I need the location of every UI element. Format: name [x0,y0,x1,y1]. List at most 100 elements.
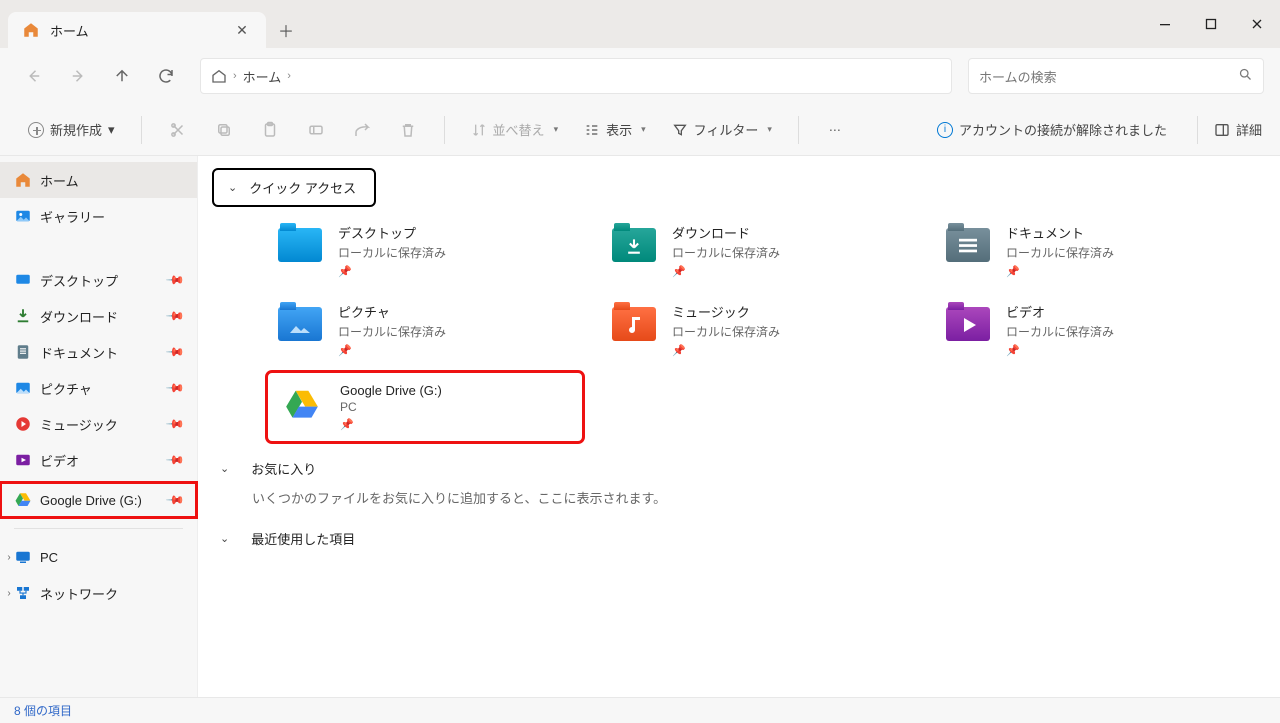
nav-bar: › ホーム › ホームの検索 [0,48,1280,104]
breadcrumb-location: ホーム [243,67,282,86]
view-dropdown[interactable]: 表示 ▾ [574,115,656,144]
details-label: 詳細 [1236,120,1262,139]
section-label: 最近使用した項目 [251,529,355,548]
maximize-button[interactable] [1188,8,1234,40]
pin-icon: 📌 [165,490,185,510]
sidebar-item-label: デスクトップ [40,271,118,290]
pictures-icon [14,379,32,397]
pin-icon: 📌 [672,265,780,278]
filter-icon [672,122,688,138]
pin-icon: 📌 [1006,265,1114,278]
search-icon [1238,67,1253,85]
account-status[interactable]: i アカウントの接続が解除されました [937,120,1167,139]
new-button[interactable]: 新規作成 ▾ [18,115,125,144]
pin-icon: 📌 [165,414,185,434]
sort-label: 並べ替え [493,120,545,139]
document-icon [14,343,32,361]
pin-icon: 📌 [165,306,185,326]
sidebar-item-documents[interactable]: ドキュメント 📌 [0,334,197,370]
qa-item-google-drive[interactable]: Google Drive (G:)PC📌 [268,373,582,441]
pin-icon: 📌 [340,418,442,431]
share-icon [353,121,371,139]
status-bar: 8 個の項目 [0,697,1280,723]
sidebar-item-label: ギャラリー [40,207,105,226]
view-label: 表示 [606,120,632,139]
chevron-down-icon: ▾ [767,124,772,135]
sort-dropdown[interactable]: 並べ替え ▾ [461,115,569,144]
quick-access-grid: デスクトップローカルに保存済み📌 ダウンロードローカルに保存済み📌 ドキュメント… [212,207,1266,449]
sidebar-item-label: ホーム [40,171,79,190]
separator [798,116,799,144]
folder-icon [610,225,658,265]
qa-item-desktop[interactable]: デスクトップローカルに保存済み📌 [268,215,582,286]
copy-button[interactable] [204,112,244,148]
close-button[interactable] [1234,8,1280,40]
home-icon [14,171,32,189]
sidebar-item-desktop[interactable]: デスクトップ 📌 [0,262,197,298]
pin-icon: 📌 [338,265,446,278]
separator [444,116,445,144]
search-input[interactable]: ホームの検索 [968,58,1264,94]
qa-item-downloads[interactable]: ダウンロードローカルに保存済み📌 [602,215,916,286]
sidebar-item-network[interactable]: › ネットワーク [0,575,197,611]
sidebar-item-label: Google Drive (G:) [40,493,142,508]
folder-icon [610,304,658,344]
breadcrumb-bar[interactable]: › ホーム › [200,58,952,94]
section-quick-access[interactable]: ⌄ クイック アクセス [212,168,376,207]
section-label: クイック アクセス [249,178,356,197]
refresh-button[interactable] [148,58,184,94]
details-pane-button[interactable]: 詳細 [1214,120,1262,139]
chevron-right-icon: › [233,70,237,82]
separator [1197,116,1198,144]
music-icon [14,415,32,433]
qa-item-videos[interactable]: ビデオローカルに保存済み📌 [936,294,1250,365]
delete-button[interactable] [388,112,428,148]
section-recent[interactable]: ⌄ 最近使用した項目 [212,519,363,554]
new-label: 新規作成 [50,120,102,139]
download-icon [14,307,32,325]
chevron-down-icon: ▾ [554,124,559,135]
sidebar-item-label: ダウンロード [40,307,118,326]
filter-dropdown[interactable]: フィルター ▾ [662,115,782,144]
sidebar-item-home[interactable]: ホーム [0,162,197,198]
section-favorites[interactable]: ⌄ お気に入り [212,449,324,484]
sidebar-item-pc[interactable]: › PC [0,539,197,575]
info-icon: i [937,122,953,138]
separator [14,528,183,529]
back-button[interactable] [16,58,52,94]
network-icon [14,584,32,602]
pin-icon: 📌 [338,344,446,357]
forward-button[interactable] [60,58,96,94]
sidebar-item-pictures[interactable]: ピクチャ 📌 [0,370,197,406]
rename-button[interactable] [296,112,336,148]
qa-item-documents[interactable]: ドキュメントローカルに保存済み📌 [936,215,1250,286]
paste-button[interactable] [250,112,290,148]
rename-icon [307,121,325,139]
qa-item-music[interactable]: ミュージックローカルに保存済み📌 [602,294,916,365]
tab-close-button[interactable]: ✕ [232,22,252,39]
new-tab-button[interactable]: ＋ [266,12,306,48]
up-button[interactable] [104,58,140,94]
pin-icon: 📌 [1006,344,1114,357]
folder-icon [944,225,992,265]
sidebar-item-gallery[interactable]: ギャラリー [0,198,197,234]
sidebar-item-label: ビデオ [40,451,79,470]
google-drive-icon [14,491,32,509]
sidebar-item-downloads[interactable]: ダウンロード 📌 [0,298,197,334]
sidebar-item-label: ネットワーク [40,584,118,603]
minimize-button[interactable] [1142,8,1188,40]
copy-icon [215,121,233,139]
sidebar-item-google-drive[interactable]: Google Drive (G:) 📌 [0,482,197,518]
share-button[interactable] [342,112,382,148]
sidebar-item-label: ピクチャ [40,379,92,398]
pc-icon [14,548,32,566]
more-button[interactable]: ⋯ [815,112,855,148]
qa-item-pictures[interactable]: ピクチャローカルに保存済み📌 [268,294,582,365]
sidebar-item-music[interactable]: ミュージック 📌 [0,406,197,442]
cut-button[interactable] [158,112,198,148]
gallery-icon [14,207,32,225]
tab-home[interactable]: ホーム ✕ [8,12,266,48]
pin-icon: 📌 [165,342,185,362]
refresh-icon [157,67,175,85]
sidebar-item-videos[interactable]: ビデオ 📌 [0,442,197,478]
